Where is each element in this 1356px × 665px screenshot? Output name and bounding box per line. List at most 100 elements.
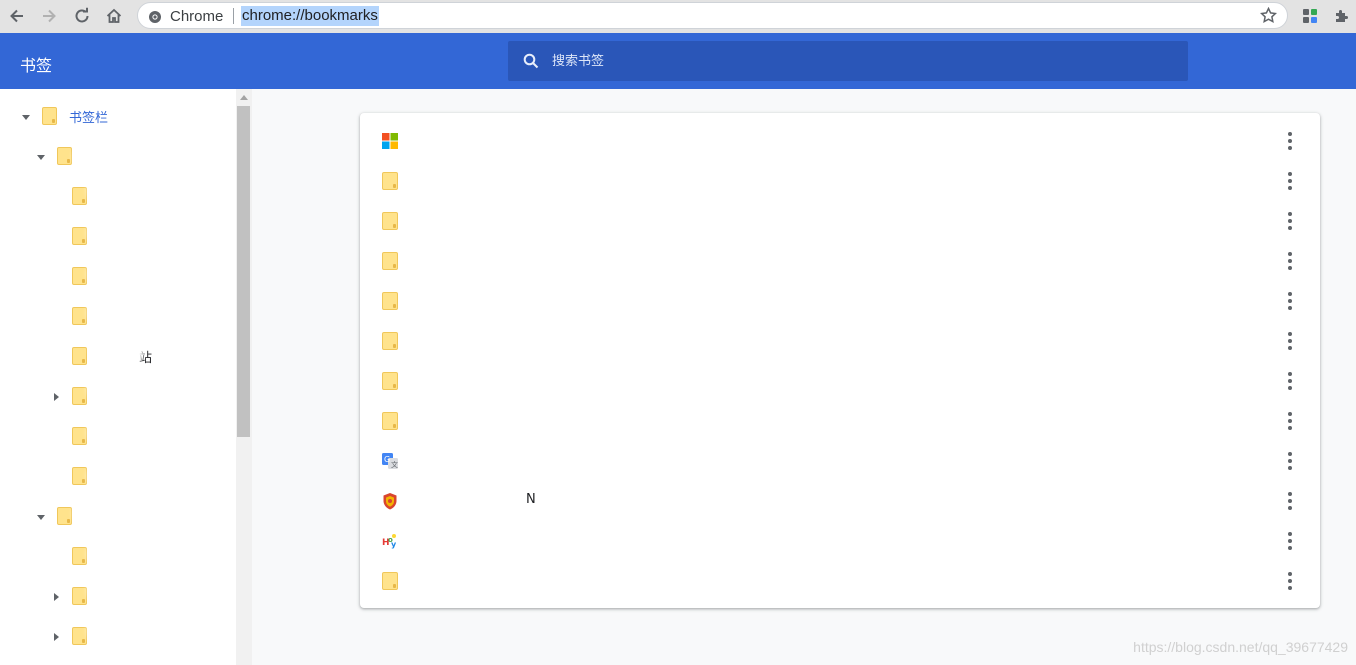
sidebar-folder[interactable] bbox=[72, 184, 87, 208]
svg-text:文: 文 bbox=[391, 460, 398, 469]
redacted-label bbox=[94, 621, 148, 641]
bookmark-star-button[interactable] bbox=[1259, 6, 1278, 28]
dot bbox=[1288, 372, 1292, 376]
address-bar[interactable]: Chrome chrome://bookmarks bbox=[137, 2, 1288, 29]
redacted-label bbox=[94, 264, 128, 284]
more-actions-button[interactable] bbox=[1280, 131, 1300, 151]
redacted-label bbox=[94, 181, 164, 201]
puzzle-icon bbox=[1336, 10, 1348, 22]
list-item[interactable]: Hoy bbox=[360, 521, 1320, 561]
dot bbox=[1288, 459, 1292, 463]
expand-toggle[interactable] bbox=[50, 391, 62, 403]
more-actions-button[interactable] bbox=[1280, 411, 1300, 431]
sidebar-folder[interactable] bbox=[72, 424, 87, 448]
extension-app-icon bbox=[1303, 9, 1317, 23]
folder-icon bbox=[382, 572, 398, 590]
expand-toggle[interactable] bbox=[35, 511, 47, 523]
site-chip[interactable]: Chrome bbox=[148, 8, 223, 25]
dot bbox=[1288, 426, 1292, 430]
site-chip-label: Chrome bbox=[170, 8, 224, 25]
dot bbox=[1288, 339, 1292, 343]
more-actions-button[interactable] bbox=[1280, 491, 1300, 511]
url-text[interactable]: chrome://bookmarks bbox=[241, 6, 379, 26]
forward-button[interactable] bbox=[36, 3, 62, 29]
more-actions-button[interactable] bbox=[1280, 531, 1300, 551]
folder-icon bbox=[72, 227, 87, 245]
redacted-label bbox=[94, 223, 128, 243]
folder-icon bbox=[57, 507, 72, 525]
sidebar-item-label: 书签栏 bbox=[69, 110, 109, 126]
list-item[interactable] bbox=[360, 361, 1320, 401]
sidebar-folder[interactable] bbox=[72, 544, 87, 568]
more-actions-button[interactable] bbox=[1280, 331, 1300, 351]
sidebar-folder[interactable] bbox=[72, 624, 87, 648]
svg-text:y: y bbox=[391, 540, 397, 549]
sidebar-folder[interactable] bbox=[72, 264, 87, 288]
back-button[interactable] bbox=[4, 3, 30, 29]
sidebar-folder[interactable] bbox=[72, 464, 87, 488]
more-actions-button[interactable] bbox=[1280, 171, 1300, 191]
scrollbar-thumb[interactable] bbox=[237, 106, 250, 437]
shield-favicon-icon bbox=[383, 493, 397, 510]
dot bbox=[1288, 386, 1292, 390]
list-item[interactable] bbox=[360, 561, 1320, 601]
sidebar-item-bookmarks-bar[interactable]: 书签栏 bbox=[42, 104, 108, 128]
expand-toggle[interactable] bbox=[20, 111, 32, 123]
omnibox-separator bbox=[233, 8, 234, 24]
sidebar-folder[interactable] bbox=[72, 224, 87, 248]
more-actions-button[interactable] bbox=[1280, 451, 1300, 471]
dot bbox=[1288, 492, 1292, 496]
list-item[interactable] bbox=[360, 241, 1320, 281]
home-button[interactable] bbox=[101, 3, 127, 29]
sidebar-folder[interactable] bbox=[72, 584, 87, 608]
dot bbox=[1288, 586, 1292, 590]
search-input[interactable] bbox=[552, 51, 1152, 71]
list-item[interactable]: G文 bbox=[360, 441, 1320, 481]
sidebar-folder[interactable] bbox=[57, 144, 72, 168]
dot bbox=[1288, 532, 1292, 536]
dot bbox=[1288, 452, 1292, 456]
sidebar-folder[interactable] bbox=[57, 504, 72, 528]
expand-toggle[interactable] bbox=[35, 151, 47, 163]
reload-icon bbox=[75, 7, 89, 23]
dot bbox=[1288, 506, 1292, 510]
extension-button[interactable] bbox=[1299, 5, 1321, 27]
expand-toggle[interactable] bbox=[50, 631, 62, 643]
folder-icon bbox=[382, 172, 398, 190]
sidebar-folder[interactable] bbox=[72, 304, 87, 328]
list-item[interactable] bbox=[360, 281, 1320, 321]
list-item[interactable] bbox=[360, 201, 1320, 241]
folder-icon bbox=[72, 427, 87, 445]
sidebar-folder[interactable] bbox=[72, 384, 87, 408]
reload-button[interactable] bbox=[69, 3, 95, 29]
more-actions-button[interactable] bbox=[1280, 251, 1300, 271]
redacted-label bbox=[96, 340, 138, 360]
list-item[interactable] bbox=[360, 401, 1320, 441]
folder-icon bbox=[72, 627, 87, 645]
search-box[interactable] bbox=[508, 41, 1188, 81]
more-actions-button[interactable] bbox=[1280, 291, 1300, 311]
dot bbox=[1288, 212, 1292, 216]
scroll-up-arrow-icon[interactable] bbox=[240, 95, 248, 100]
redacted-label bbox=[94, 423, 132, 443]
folder-icon bbox=[72, 387, 87, 405]
redacted-label bbox=[80, 148, 146, 166]
expand-arrow-icon bbox=[53, 633, 59, 641]
list-item[interactable] bbox=[360, 321, 1320, 361]
list-item[interactable]: N bbox=[360, 481, 1320, 521]
microsoft-logo-icon bbox=[382, 133, 398, 149]
list-item[interactable] bbox=[360, 121, 1320, 161]
list-item[interactable] bbox=[360, 161, 1320, 201]
folder-icon bbox=[72, 187, 87, 205]
more-actions-button[interactable] bbox=[1280, 571, 1300, 591]
dot bbox=[1288, 579, 1292, 583]
folder-icon bbox=[72, 547, 87, 565]
more-actions-button[interactable] bbox=[1280, 371, 1300, 391]
dot bbox=[1288, 292, 1292, 296]
folder-icon bbox=[57, 147, 72, 165]
folder-icon bbox=[382, 212, 398, 230]
extensions-menu-button[interactable] bbox=[1331, 5, 1353, 27]
more-actions-button[interactable] bbox=[1280, 211, 1300, 231]
expand-toggle[interactable] bbox=[50, 591, 62, 603]
dot bbox=[1288, 259, 1292, 263]
